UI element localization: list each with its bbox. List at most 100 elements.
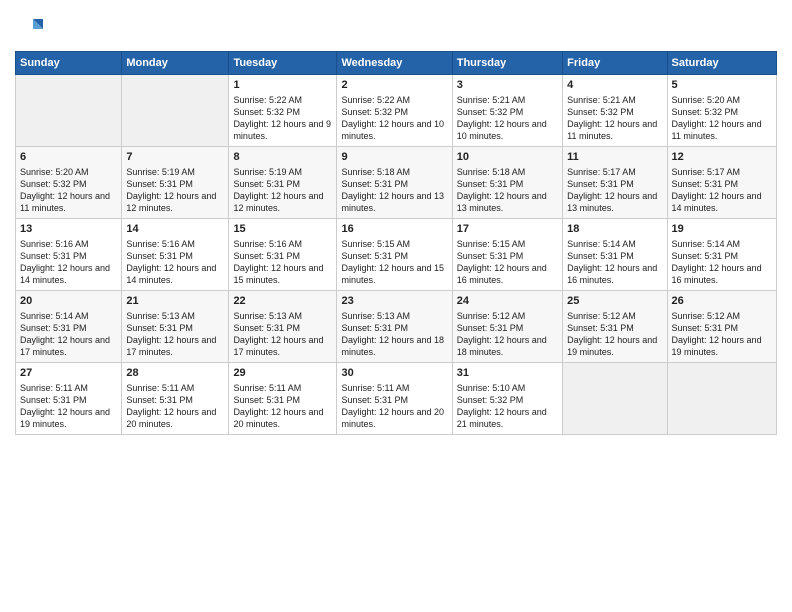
sunrise-text: Sunrise: 5:20 AM — [20, 167, 89, 177]
sunset-text: Sunset: 5:31 PM — [20, 251, 87, 261]
week-row-3: 13 Sunrise: 5:16 AM Sunset: 5:31 PM Dayligh… — [16, 219, 777, 291]
sunset-text: Sunset: 5:32 PM — [567, 107, 634, 117]
day-number: 9 — [341, 150, 447, 165]
header — [15, 10, 777, 43]
sunset-text: Sunset: 5:32 PM — [20, 179, 87, 189]
calendar-cell — [563, 363, 667, 435]
sunset-text: Sunset: 5:31 PM — [126, 179, 193, 189]
day-number: 10 — [457, 150, 558, 165]
daylight-text: Daylight: 12 hours and 18 minutes. — [341, 335, 444, 357]
sunrise-text: Sunrise: 5:13 AM — [126, 311, 195, 321]
daylight-text: Daylight: 12 hours and 18 minutes. — [457, 335, 547, 357]
calendar-cell: 15Sunrise: 5:16 AMSunset: 5:31 PMDayligh… — [229, 219, 337, 291]
sunrise-text: Sunrise: 5:14 AM — [567, 239, 636, 249]
sunset-text: Sunset: 5:31 PM — [20, 395, 87, 405]
daylight-text: Daylight: 12 hours and 21 minutes. — [457, 407, 547, 429]
calendar-cell: 31Sunrise: 5:10 AMSunset: 5:32 PMDayligh… — [452, 363, 562, 435]
sunset-text: Sunset: 5:31 PM — [672, 179, 739, 189]
daylight-text: Daylight: 12 hours and 19 minutes. — [20, 407, 110, 429]
day-number: 12 — [672, 150, 772, 165]
day-number: 3 — [457, 78, 558, 93]
sunset-text: Sunset: 5:31 PM — [567, 251, 634, 261]
calendar-cell: 21Sunrise: 5:13 AMSunset: 5:31 PMDayligh… — [122, 291, 229, 363]
sunset-text: Sunset: 5:31 PM — [341, 251, 408, 261]
sunrise-text: Sunrise: 5:21 AM — [457, 95, 526, 105]
calendar-cell: 29Sunrise: 5:11 AMSunset: 5:31 PMDayligh… — [229, 363, 337, 435]
day-number: 2 — [341, 78, 447, 93]
daylight-text: Daylight: 12 hours and 17 minutes. — [126, 335, 216, 357]
day-number: 22 — [233, 294, 332, 309]
sunrise-text: Sunrise: 5:14 AM — [20, 311, 89, 321]
calendar-cell: 18Sunrise: 5:14 AMSunset: 5:31 PMDayligh… — [563, 219, 667, 291]
sunset-text: Sunset: 5:31 PM — [341, 395, 408, 405]
sunrise-text: Sunrise: 5:21 AM — [567, 95, 636, 105]
calendar-cell: 2Sunrise: 5:22 AMSunset: 5:32 PMDaylight… — [337, 75, 452, 147]
calendar-cell: 28Sunrise: 5:11 AMSunset: 5:31 PMDayligh… — [122, 363, 229, 435]
sunrise-text: Sunrise: 5:22 AM — [341, 95, 410, 105]
calendar-cell: 27Sunrise: 5:11 AMSunset: 5:31 PMDayligh… — [16, 363, 122, 435]
sunset-text: Sunset: 5:31 PM — [126, 251, 193, 261]
calendar-header: SundayMondayTuesdayWednesdayThursdayFrid… — [16, 52, 777, 75]
daylight-text: Daylight: 12 hours and 16 minutes. — [672, 263, 762, 285]
sunset-text: Sunset: 5:31 PM — [567, 179, 634, 189]
sunrise-text: Sunrise: 5:15 AM — [457, 239, 526, 249]
sunset-text: Sunset: 5:32 PM — [233, 107, 300, 117]
header-cell-saturday: Saturday — [667, 52, 776, 75]
sunset-text: Sunset: 5:32 PM — [341, 107, 408, 117]
sunset-text: Sunset: 5:31 PM — [567, 323, 634, 333]
daylight-text: Daylight: 12 hours and 14 minutes. — [672, 191, 762, 213]
calendar-cell: 3Sunrise: 5:21 AMSunset: 5:32 PMDaylight… — [452, 75, 562, 147]
calendar-cell: 4Sunrise: 5:21 AMSunset: 5:32 PMDaylight… — [563, 75, 667, 147]
sunset-text: Sunset: 5:31 PM — [20, 323, 87, 333]
daylight-text: Daylight: 12 hours and 19 minutes. — [567, 335, 657, 357]
calendar-cell: 11Sunrise: 5:17 AMSunset: 5:31 PMDayligh… — [563, 147, 667, 219]
sunset-text: Sunset: 5:31 PM — [457, 179, 524, 189]
header-cell-monday: Monday — [122, 52, 229, 75]
calendar-cell: 5Sunrise: 5:20 AMSunset: 5:32 PMDaylight… — [667, 75, 776, 147]
header-cell-sunday: Sunday — [16, 52, 122, 75]
sunset-text: Sunset: 5:31 PM — [126, 323, 193, 333]
sunrise-text: Sunrise: 5:20 AM — [672, 95, 741, 105]
day-number: 17 — [457, 222, 558, 237]
day-number: 13 — [20, 222, 117, 237]
day-number: 11 — [567, 150, 662, 165]
daylight-text: Daylight: 12 hours and 13 minutes. — [457, 191, 547, 213]
day-number: 20 — [20, 294, 117, 309]
day-number: 23 — [341, 294, 447, 309]
daylight-text: Daylight: 12 hours and 20 minutes. — [233, 407, 323, 429]
calendar-cell: 6Sunrise: 5:20 AMSunset: 5:32 PMDaylight… — [16, 147, 122, 219]
day-number: 28 — [126, 366, 224, 381]
sunrise-text: Sunrise: 5:17 AM — [567, 167, 636, 177]
calendar-cell: 13Sunrise: 5:16 AMSunset: 5:31 PMDayligh… — [16, 219, 122, 291]
calendar-cell: 23Sunrise: 5:13 AMSunset: 5:31 PMDayligh… — [337, 291, 452, 363]
sunrise-text: Sunrise: 5:11 AM — [341, 383, 409, 393]
sunrise-text: Sunrise: 5:16 AM — [126, 239, 195, 249]
day-number: 19 — [672, 222, 772, 237]
day-number: 24 — [457, 294, 558, 309]
sunrise-text: Sunrise: 5:11 AM — [126, 383, 194, 393]
daylight-text: Daylight: 12 hours and 12 minutes. — [126, 191, 216, 213]
sunrise-text: Sunrise: 5:13 AM — [233, 311, 302, 321]
sunrise-text: Sunrise: 5:19 AM — [126, 167, 195, 177]
header-row: SundayMondayTuesdayWednesdayThursdayFrid… — [16, 52, 777, 75]
logo-icon — [15, 15, 43, 43]
daylight-text: Daylight: 12 hours and 12 minutes. — [233, 191, 323, 213]
week-row-5: 27Sunrise: 5:11 AMSunset: 5:31 PMDayligh… — [16, 363, 777, 435]
day-number: 8 — [233, 150, 332, 165]
daylight-text: Daylight: 12 hours and 17 minutes. — [20, 335, 110, 357]
daylight-text: Daylight: 12 hours and 13 minutes. — [341, 191, 444, 213]
calendar-cell: 17Sunrise: 5:15 AMSunset: 5:31 PMDayligh… — [452, 219, 562, 291]
calendar-cell: 16Sunrise: 5:15 AMSunset: 5:31 PMDayligh… — [337, 219, 452, 291]
calendar-cell: 8Sunrise: 5:19 AMSunset: 5:31 PMDaylight… — [229, 147, 337, 219]
day-number: 29 — [233, 366, 332, 381]
daylight-text: Daylight: 12 hours and 16 minutes. — [457, 263, 547, 285]
daylight-text: Daylight: 12 hours and 20 minutes. — [341, 407, 444, 429]
sunset-text: Sunset: 5:32 PM — [457, 107, 524, 117]
sunset-text: Sunset: 5:31 PM — [457, 323, 524, 333]
calendar-cell: 20 Sunrise: 5:14 AM Sunset: 5:31 PM Dayligh… — [16, 291, 122, 363]
sunrise-text: Sunrise: 5:22 AM — [233, 95, 302, 105]
calendar-body: 1Sunrise: 5:22 AMSunset: 5:32 PMDaylight… — [16, 75, 777, 435]
sunrise-text: Sunrise: 5:18 AM — [457, 167, 526, 177]
header-cell-friday: Friday — [563, 52, 667, 75]
daylight-text: Daylight: 12 hours and 20 minutes. — [126, 407, 216, 429]
